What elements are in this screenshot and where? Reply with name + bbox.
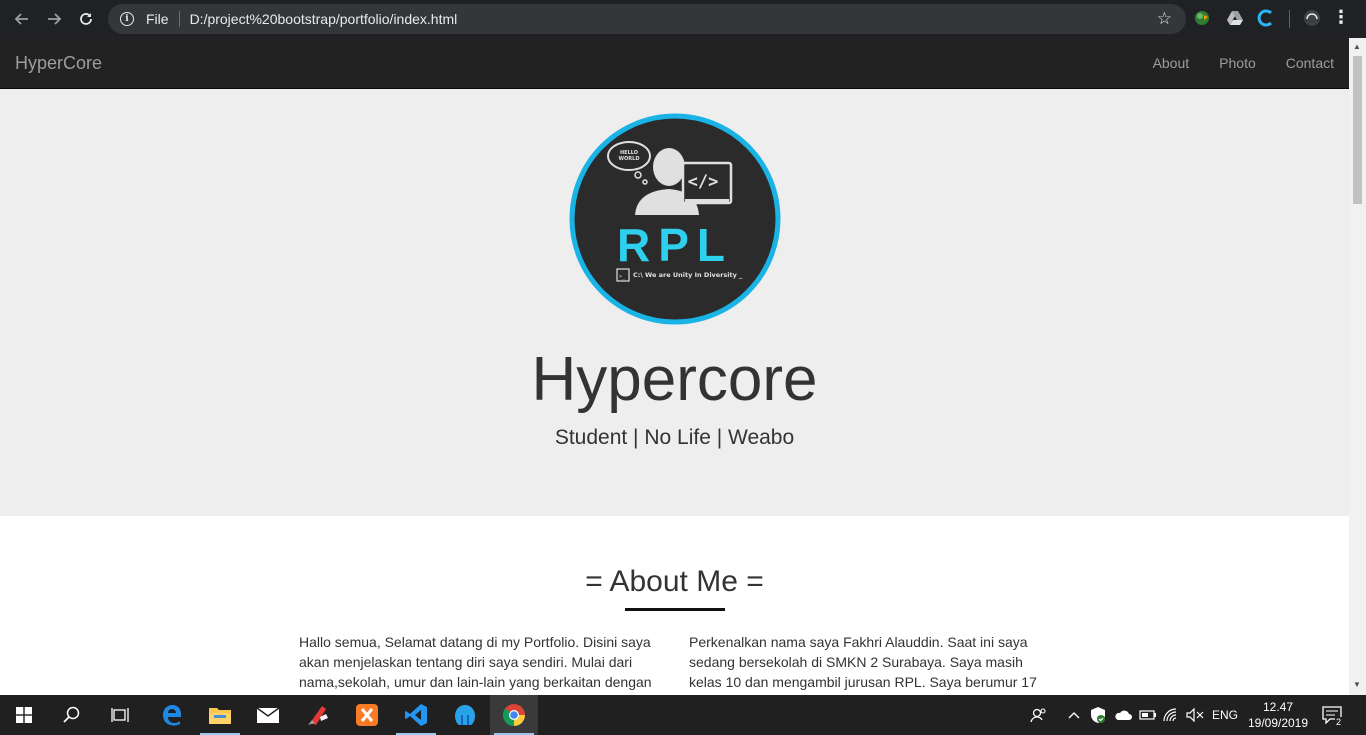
taskbar-ccleaner[interactable] [294, 695, 342, 735]
taskbar-xampp[interactable] [343, 695, 391, 735]
windows-logo-icon [16, 707, 32, 723]
toolbar-separator [1289, 10, 1290, 28]
heading-divider [625, 608, 725, 611]
tray-clock[interactable]: 12.47 19/09/2019 [1246, 695, 1310, 735]
tray-network[interactable] [1163, 695, 1181, 735]
cloud-icon [1115, 710, 1132, 720]
about-heading: = About Me = [585, 565, 764, 598]
address-bar[interactable]: i File D:/project%20bootstrap/portfolio/… [108, 4, 1186, 34]
back-arrow-icon [14, 13, 28, 25]
info-icon[interactable]: i [120, 12, 134, 26]
hero-subtitle: Student | No Life | Weabo [554, 426, 795, 449]
rpl-logo: HELLO WORLD </> RPL >_ C:\ We are Unity … [569, 113, 781, 325]
mail-icon [256, 707, 280, 723]
site-navbar: HyperCore About Photo Contact [0, 38, 1349, 89]
url-text[interactable]: D:/project%20bootstrap/portfolio/index.h… [190, 11, 458, 27]
bookmark-star-icon[interactable]: ☆ [1157, 9, 1172, 29]
scroll-up-arrow-icon[interactable]: ▲ [1353, 42, 1361, 51]
taskbar-mail[interactable] [244, 695, 292, 735]
tray-volume[interactable] [1186, 695, 1204, 735]
hero-jumbotron: HELLO WORLD </> RPL >_ C:\ We are Unity … [0, 89, 1349, 516]
scroll-down-arrow-icon[interactable]: ▼ [1353, 680, 1361, 689]
svg-text:WORLD: WORLD [619, 156, 640, 162]
volume-muted-icon [1186, 708, 1204, 722]
taskbar-edge[interactable] [148, 695, 196, 735]
page-viewport: HyperCore About Photo Contact HELLO WORL… [0, 38, 1349, 695]
battery-icon [1139, 710, 1156, 720]
protocol-label: File [146, 11, 169, 27]
taskbar-chrome[interactable] [490, 695, 538, 735]
vscode-icon [405, 704, 427, 726]
clock-time: 12.47 [1262, 700, 1294, 714]
edge-icon [163, 705, 181, 726]
about-text-left: Hallo semua, Selamat datang di my Portfo… [299, 634, 652, 690]
scrollbar-thumb[interactable] [1353, 56, 1362, 204]
back-button[interactable] [6, 0, 38, 38]
folder-icon [209, 708, 231, 724]
xampp-icon [356, 704, 378, 726]
extension-c-icon[interactable] [1257, 9, 1275, 27]
taskbar-file-explorer[interactable] [196, 695, 244, 735]
task-view-icon [111, 708, 129, 722]
profile-avatar-icon[interactable] [1303, 9, 1321, 27]
clock-date: 19/09/2019 [1247, 716, 1309, 730]
hidden-icons-button[interactable] [1068, 695, 1080, 735]
task-view-button[interactable] [96, 695, 144, 735]
tray-onedrive[interactable] [1114, 695, 1132, 735]
forward-button[interactable] [38, 0, 70, 38]
ccleaner-icon [308, 706, 328, 725]
action-center-button[interactable]: 2 [1322, 695, 1343, 735]
search-icon [63, 706, 80, 723]
tray-defender[interactable] [1090, 695, 1106, 735]
svg-text:</>: </> [688, 172, 719, 192]
tray-battery[interactable] [1139, 695, 1157, 735]
monitor-icon: </> [681, 161, 733, 205]
navbar-brand[interactable]: HyperCore [15, 53, 102, 74]
svg-text:RPL: RPL [617, 219, 733, 271]
reload-icon [80, 13, 92, 25]
browser-toolbar: i File D:/project%20bootstrap/portfolio/… [0, 0, 1366, 38]
about-text-right: Perkenalkan nama saya Fakhri Alauddin. S… [689, 634, 1037, 690]
svg-text:C:\ We are Unity In Diversity: C:\ We are Unity In Diversity _ [633, 271, 743, 279]
navbar-links: About Photo Contact [1138, 38, 1349, 89]
chrome-icon [502, 704, 525, 726]
hero-title: Hypercore [531, 345, 818, 414]
tray-language[interactable]: ENG [1212, 695, 1238, 735]
chevron-up-icon [1068, 712, 1080, 719]
taskbar-app-blue[interactable] [441, 695, 489, 735]
forward-arrow-icon [48, 13, 62, 25]
svg-text:>_: >_ [619, 274, 626, 280]
taskbar-vscode[interactable] [392, 695, 440, 735]
reload-button[interactable] [70, 0, 102, 38]
nav-link-photo[interactable]: Photo [1204, 38, 1271, 89]
omnibox-separator [178, 11, 180, 27]
shield-icon [1091, 707, 1105, 723]
search-button[interactable] [48, 695, 96, 735]
blue-shell-icon [455, 705, 475, 725]
windows-taskbar: ENG 12.47 19/09/2019 2 [0, 695, 1366, 735]
google-drive-icon[interactable] [1226, 9, 1244, 27]
nav-link-about[interactable]: About [1138, 38, 1205, 89]
wifi-icon [1163, 708, 1177, 722]
page-scrollbar[interactable]: ▲ ▼ [1349, 38, 1366, 695]
people-button[interactable] [1030, 695, 1048, 735]
browser-menu-icon[interactable]: ⋮ [1332, 8, 1350, 26]
nav-link-contact[interactable]: Contact [1271, 38, 1349, 89]
people-icon [1030, 708, 1046, 723]
notification-count: 2 [1335, 717, 1343, 727]
extension-globe-icon[interactable] [1193, 9, 1211, 27]
about-section: = About Me = Hallo semua, Selamat datang… [0, 516, 1349, 695]
start-button[interactable] [0, 695, 48, 735]
